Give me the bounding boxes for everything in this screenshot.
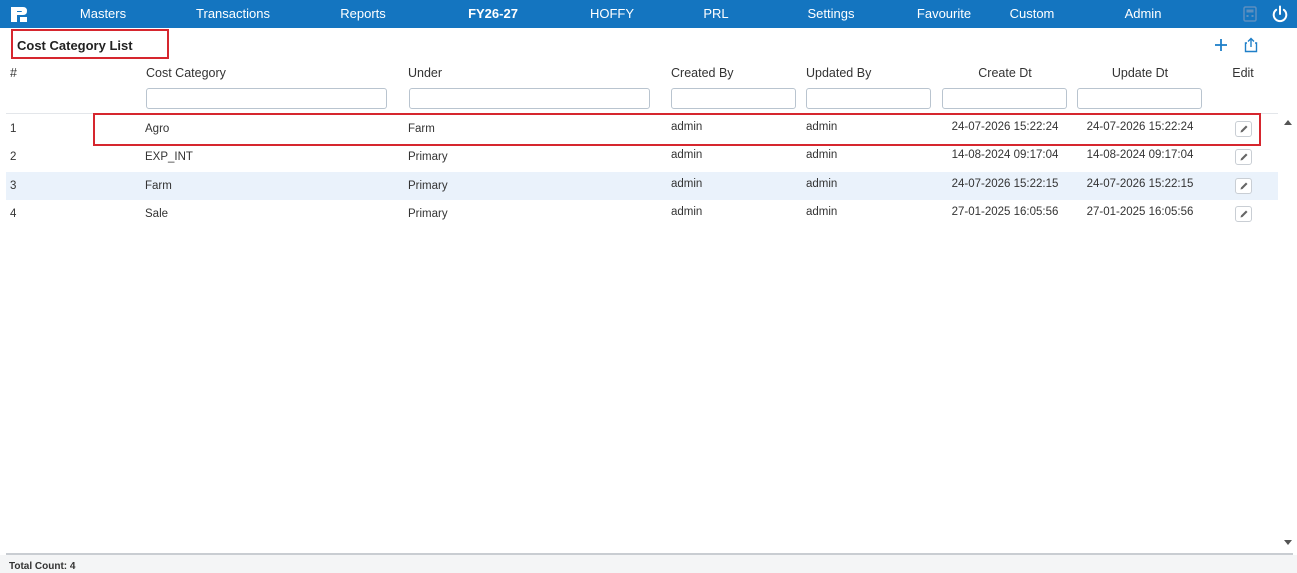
update-dt-cell: 27-01-2025 16:05:56 <box>1086 206 1194 218</box>
export-icon[interactable] <box>1243 37 1259 53</box>
nav-company[interactable]: HOFFY <box>590 0 634 28</box>
scroll-up-arrow-icon[interactable] <box>1284 120 1292 125</box>
update-dt-cell: 24-07-2026 15:22:15 <box>1086 178 1194 190</box>
column-header-created-by[interactable]: Created By <box>671 66 734 80</box>
nav-favourite[interactable]: Favourite <box>917 0 971 28</box>
updated-by-cell: admin <box>806 149 838 161</box>
nav-settings[interactable]: Settings <box>808 0 855 28</box>
filter-under[interactable] <box>409 88 650 109</box>
edit-button[interactable] <box>1235 206 1252 222</box>
app-logo-icon[interactable] <box>10 6 28 23</box>
created-by-cell: admin <box>671 178 703 190</box>
nav-branch[interactable]: PRL <box>703 0 728 28</box>
top-nav-bar: Masters Transactions Reports FY26-27 HOF… <box>0 0 1297 28</box>
update-dt-cell: 24-07-2026 15:22:24 <box>1086 121 1194 133</box>
column-header-cost-category[interactable]: Cost Category <box>146 66 226 80</box>
filter-update-dt[interactable] <box>1077 88 1202 109</box>
table-row[interactable]: 1 Agro Farm admin admin 24-07-2026 15:22… <box>6 115 1278 143</box>
nav-custom[interactable]: Custom <box>1010 0 1055 28</box>
column-header-under[interactable]: Under <box>408 66 442 80</box>
updated-by-cell: admin <box>806 121 838 133</box>
footer-bar <box>0 555 1297 573</box>
page-title: Cost Category List <box>17 38 133 53</box>
under-cell: Primary <box>408 151 448 163</box>
nav-financial-year[interactable]: FY26-27 <box>468 0 518 28</box>
edit-button[interactable] <box>1235 149 1252 165</box>
cost-category-cell: Sale <box>145 208 169 220</box>
filter-create-dt[interactable] <box>942 88 1067 109</box>
created-by-cell: admin <box>671 149 703 161</box>
header-divider <box>6 113 1278 114</box>
filter-created-by[interactable] <box>671 88 796 109</box>
table-row[interactable]: 4 Sale Primary admin admin 27-01-2025 16… <box>6 200 1278 228</box>
column-header-create-dt[interactable]: Create Dt <box>978 66 1032 80</box>
pencil-icon <box>1240 210 1248 218</box>
create-dt-cell: 24-07-2026 15:22:24 <box>951 121 1059 133</box>
row-number: 2 <box>10 151 17 163</box>
under-cell: Primary <box>408 208 448 220</box>
filter-cost-category[interactable] <box>146 88 387 109</box>
filter-updated-by[interactable] <box>806 88 931 109</box>
table-row[interactable]: 2 EXP_INT Primary admin admin 14-08-2024… <box>6 143 1278 171</box>
pencil-icon <box>1240 125 1248 133</box>
vertical-scrollbar[interactable] <box>1279 114 1297 552</box>
column-header-number: # <box>10 66 17 80</box>
column-header-edit: Edit <box>1232 66 1254 80</box>
total-count: Total Count: 4 <box>9 561 76 572</box>
create-dt-cell: 24-07-2026 15:22:15 <box>951 178 1059 190</box>
scroll-down-arrow-icon[interactable] <box>1284 540 1292 545</box>
cost-category-cell: EXP_INT <box>145 151 193 163</box>
updated-by-cell: admin <box>806 206 838 218</box>
row-number: 1 <box>10 123 17 135</box>
nav-masters[interactable]: Masters <box>80 0 126 28</box>
create-dt-cell: 14-08-2024 09:17:04 <box>951 149 1059 161</box>
plus-icon[interactable] <box>1213 37 1229 53</box>
row-number: 4 <box>10 208 17 220</box>
nav-reports[interactable]: Reports <box>340 0 386 28</box>
edit-button[interactable] <box>1235 121 1252 137</box>
create-dt-cell: 27-01-2025 16:05:56 <box>951 206 1059 218</box>
under-cell: Farm <box>408 123 435 135</box>
cost-category-cell: Agro <box>145 123 170 135</box>
column-header-update-dt[interactable]: Update Dt <box>1112 66 1168 80</box>
power-icon[interactable] <box>1271 5 1289 23</box>
created-by-cell: admin <box>671 206 703 218</box>
column-header-updated-by[interactable]: Updated By <box>806 66 871 80</box>
cost-category-cell: Farm <box>145 180 172 192</box>
created-by-cell: admin <box>671 121 703 133</box>
nav-admin[interactable]: Admin <box>1125 0 1162 28</box>
row-number: 3 <box>10 180 17 192</box>
table-row[interactable]: 3 Farm Primary admin admin 24-07-2026 15… <box>6 172 1278 200</box>
edit-button[interactable] <box>1235 178 1252 194</box>
pencil-icon <box>1240 153 1248 161</box>
nav-transactions[interactable]: Transactions <box>196 0 270 28</box>
updated-by-cell: admin <box>806 178 838 190</box>
calculator-icon[interactable] <box>1241 5 1259 23</box>
update-dt-cell: 14-08-2024 09:17:04 <box>1086 149 1194 161</box>
under-cell: Primary <box>408 180 448 192</box>
pencil-icon <box>1240 182 1248 190</box>
